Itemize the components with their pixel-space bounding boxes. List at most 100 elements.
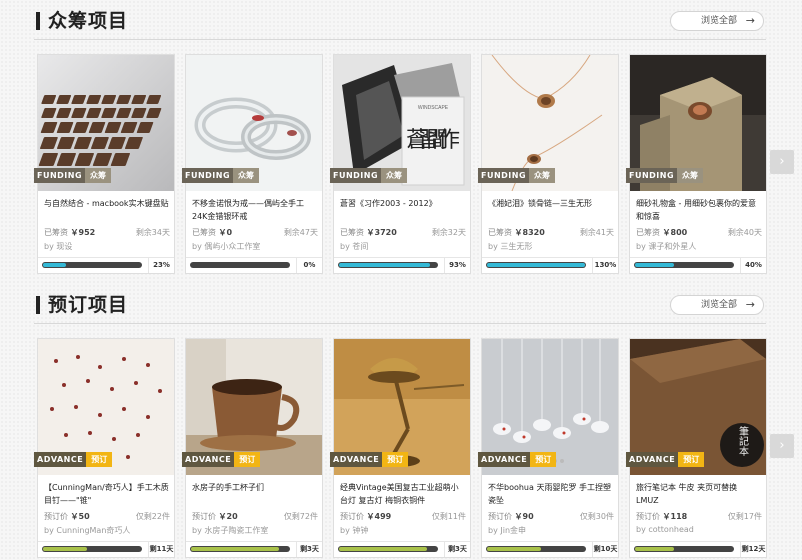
browse-all-label: 浏览全部 bbox=[701, 16, 738, 26]
project-title[interactable]: 不移金诺恨为戒——偶屿全手工24K金错银环戒 bbox=[192, 197, 318, 225]
project-author[interactable]: by 三生无形 bbox=[488, 241, 614, 252]
tag-cn-label: 预订 bbox=[678, 452, 705, 467]
crowdfunding-title: 众筹项目 bbox=[48, 10, 129, 32]
advance-tag: ADVANCE 预订 bbox=[182, 452, 261, 467]
browse-all-label: 浏览全部 bbox=[701, 300, 738, 310]
project-title[interactable]: 经典Vintage美国复古工业超萌小台灯 复古灯 梅铜衣铜件 bbox=[340, 481, 466, 509]
progress-track bbox=[634, 546, 734, 552]
progress-fill bbox=[487, 547, 541, 551]
days-left: 剩11天 bbox=[148, 542, 174, 557]
tag-cn-label: 众筹 bbox=[85, 168, 112, 183]
project-author[interactable]: by 课子和外星人 bbox=[636, 241, 762, 252]
tag-en-label: ADVANCE bbox=[626, 452, 679, 467]
project-title[interactable]: 【CunningMan/奇巧人】手工木质目钉——"锥" bbox=[44, 481, 170, 509]
project-author[interactable]: by cottonhead bbox=[636, 525, 762, 534]
stock-remaining: 仅剩72件 bbox=[283, 512, 318, 521]
preorder-browse-all-button[interactable]: 浏览全部 → bbox=[670, 295, 764, 315]
preorder-card-list: ADVANCE 预订 【CunningMan/奇巧人】手工木质目钉——"锥" 预… bbox=[34, 338, 767, 558]
project-card[interactable]: ADVANCE 预订 水房子的手工杯子们 预订价 ￥20 仅剩72件 by 水房… bbox=[182, 338, 323, 558]
days-left: 剩10天 bbox=[592, 542, 618, 557]
project-author[interactable]: by 偶屿小众工作室 bbox=[192, 241, 318, 252]
days-remaining: 剩余47天 bbox=[283, 228, 318, 237]
progress-bar: 0% bbox=[186, 257, 322, 273]
project-author[interactable]: by CunningMan奇巧人 bbox=[44, 525, 170, 536]
progress-bar: 130% bbox=[482, 257, 618, 273]
project-card[interactable]: ADVANCE 预订 不华boohua 天雨婴陀罗 手工捏塑瓷坠 预订价 ￥90… bbox=[478, 338, 619, 558]
price-label: 预订价 bbox=[340, 512, 364, 521]
progress-fill bbox=[487, 263, 585, 267]
project-card[interactable]: ADVANCE 预订 经典Vintage美国复古工业超萌小台灯 复古灯 梅铜衣铜… bbox=[330, 338, 471, 558]
tag-cn-label: 预订 bbox=[382, 452, 409, 467]
project-card[interactable]: FUNDING 众筹 与自然结合 - macbook实木键盘贴 已筹资 ￥952… bbox=[34, 54, 175, 274]
tag-en-label: ADVANCE bbox=[34, 452, 87, 467]
stock-remaining: 仅剩11件 bbox=[431, 512, 466, 521]
progress-bar: 23% bbox=[38, 257, 174, 273]
project-author[interactable]: by 钟钟 bbox=[340, 525, 466, 536]
carousel-next-button[interactable]: › bbox=[770, 150, 794, 174]
tag-en-label: ADVANCE bbox=[182, 452, 235, 467]
progress-bar: 93% bbox=[334, 257, 470, 273]
project-title[interactable]: 旅行笔记本 牛皮 夹页可替换 LMUZ bbox=[636, 481, 762, 509]
tag-cn-label: 预订 bbox=[530, 452, 557, 467]
carousel-next-button[interactable]: › bbox=[770, 434, 794, 458]
project-author[interactable]: by Jin金申 bbox=[488, 525, 614, 536]
progress-track bbox=[190, 262, 290, 268]
book-cover-text: 蒼習 間作 bbox=[406, 128, 460, 153]
project-price-info: 预订价 ￥90 仅剩30件 bbox=[488, 511, 614, 522]
price-label: 预订价 bbox=[636, 512, 660, 521]
pager-dot[interactable] bbox=[560, 459, 564, 463]
progress-track bbox=[486, 262, 586, 268]
project-title[interactable]: 《湘妃泪》锁骨链—三生无形 bbox=[488, 197, 614, 225]
raised-label: 已筹资 bbox=[44, 228, 68, 237]
price-amount: ￥20 bbox=[218, 512, 238, 521]
days-remaining: 剩余41天 bbox=[579, 228, 614, 237]
project-price-info: 预订价 ￥50 仅剩22件 bbox=[44, 511, 170, 522]
project-funding-info: 已筹资 ￥3720 剩余32天 bbox=[340, 227, 466, 238]
project-card[interactable]: FUNDING 众筹 不移金诺恨为戒——偶屿全手工24K金错银环戒 已筹资 ￥0… bbox=[182, 54, 323, 274]
funding-tag: FUNDING 众筹 bbox=[478, 168, 556, 183]
progress-track bbox=[338, 262, 438, 268]
progress-fill bbox=[43, 263, 66, 267]
project-card[interactable]: FUNDING 众筹 《湘妃泪》锁骨链—三生无形 已筹资 ￥8320 剩余41天… bbox=[478, 54, 619, 274]
progress-percent: 130% bbox=[592, 258, 618, 273]
price-amount: ￥118 bbox=[662, 512, 688, 521]
advance-tag: ADVANCE 预订 bbox=[626, 452, 705, 467]
days-left: 剩3天 bbox=[296, 542, 322, 557]
raised-label: 已筹资 bbox=[488, 228, 512, 237]
price-label: 预订价 bbox=[192, 512, 216, 521]
project-card[interactable]: 筆記本 ADVANCE 预订 旅行笔记本 牛皮 夹页可替换 LMUZ 预订价 ￥… bbox=[626, 338, 767, 558]
crowdfunding-browse-all-button[interactable]: 浏览全部 → bbox=[670, 11, 764, 31]
progress-bar: 剩12天 bbox=[630, 541, 766, 557]
price-amount: ￥50 bbox=[70, 512, 90, 521]
section-marker bbox=[36, 296, 40, 314]
project-title[interactable]: 不华boohua 天雨婴陀罗 手工捏塑瓷坠 bbox=[488, 481, 614, 509]
raised-amount: ￥800 bbox=[662, 228, 688, 237]
preorder-header: 预订项目 浏览全部 → bbox=[34, 292, 766, 324]
project-author[interactable]: by 水房子陶瓷工作室 bbox=[192, 525, 318, 536]
project-card[interactable]: WINDSCAPE 蒼習 間作 FUNDING 众筹 蒼習《习作2003 - 2… bbox=[330, 54, 471, 274]
funding-tag: FUNDING 众筹 bbox=[330, 168, 408, 183]
raised-amount: ￥8320 bbox=[514, 228, 545, 237]
preorder-section: 预订项目 浏览全部 → ADVANCE 预订 【CunningMan/奇巧人】手… bbox=[0, 284, 802, 560]
progress-fill bbox=[191, 547, 279, 551]
tag-cn-label: 众筹 bbox=[529, 168, 556, 183]
project-card[interactable]: ADVANCE 预订 【CunningMan/奇巧人】手工木质目钉——"锥" 预… bbox=[34, 338, 175, 558]
project-title[interactable]: 与自然结合 - macbook实木键盘贴 bbox=[44, 197, 170, 225]
project-title[interactable]: 蒼習《习作2003 - 2012》 bbox=[340, 197, 466, 225]
progress-bar: 40% bbox=[630, 257, 766, 273]
days-left: 剩12天 bbox=[740, 542, 766, 557]
tag-cn-label: 众筹 bbox=[677, 168, 704, 183]
raised-label: 已筹资 bbox=[636, 228, 660, 237]
raised-amount: ￥0 bbox=[218, 228, 233, 237]
project-title[interactable]: 水房子的手工杯子们 bbox=[192, 481, 318, 509]
progress-track bbox=[190, 546, 290, 552]
tag-en-label: FUNDING bbox=[34, 168, 86, 183]
project-author[interactable]: by 苍间 bbox=[340, 241, 466, 252]
project-price-info: 预订价 ￥118 仅剩17件 bbox=[636, 511, 762, 522]
stock-remaining: 仅剩22件 bbox=[135, 512, 170, 521]
project-author[interactable]: by 现设 bbox=[44, 241, 170, 252]
project-price-info: 预订价 ￥20 仅剩72件 bbox=[192, 511, 318, 522]
project-card[interactable]: FUNDING 众筹 细砂礼物盒 - 用细砂包裹你的爱意和惊喜 已筹资 ￥800… bbox=[626, 54, 767, 274]
project-title[interactable]: 细砂礼物盒 - 用细砂包裹你的爱意和惊喜 bbox=[636, 197, 762, 225]
raised-label: 已筹资 bbox=[340, 228, 364, 237]
